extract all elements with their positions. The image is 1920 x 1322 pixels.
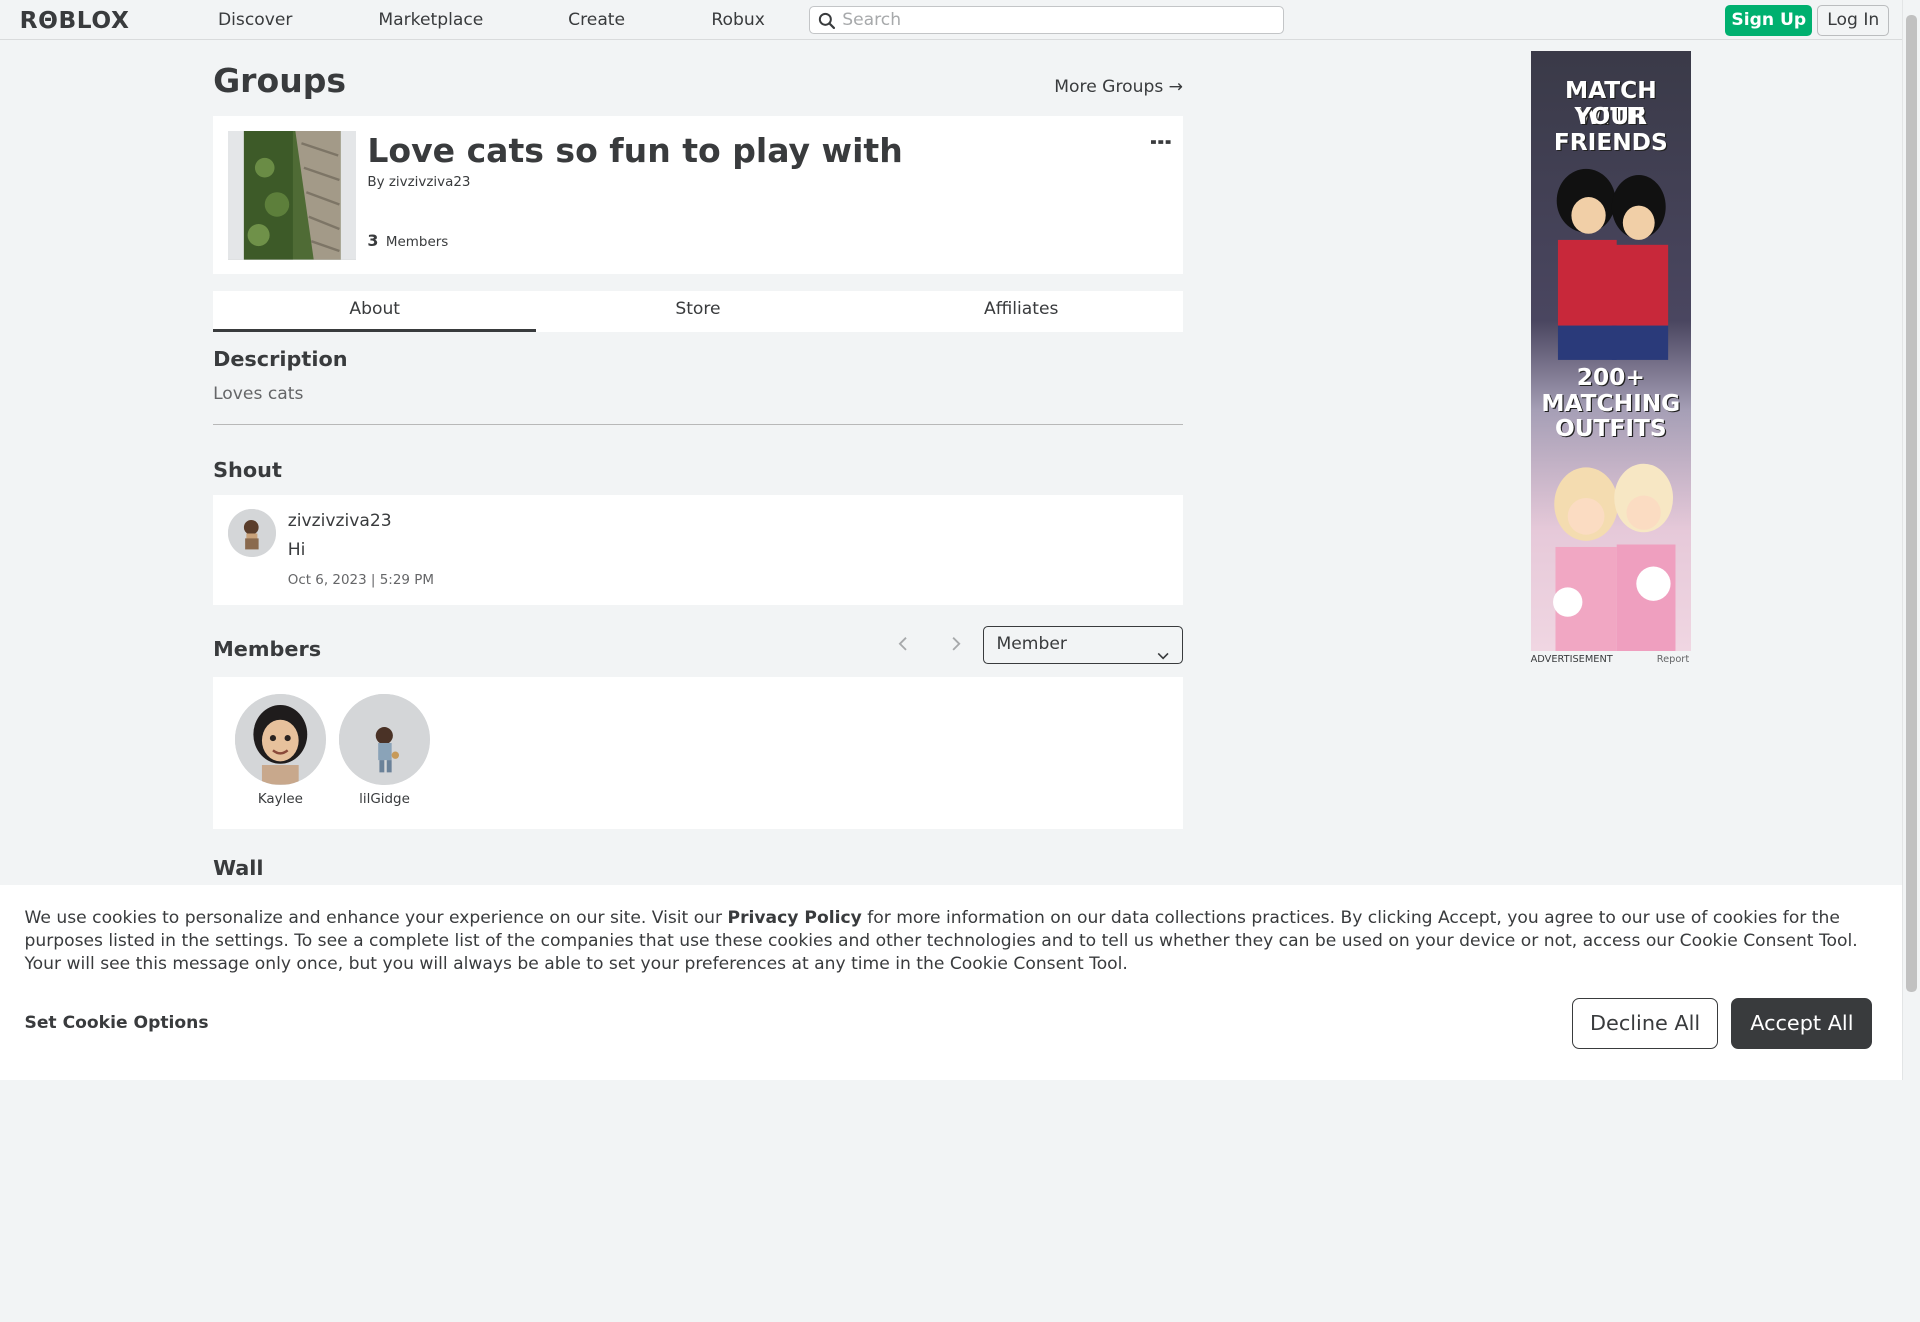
ad-headline-2: YOUR (1574, 103, 1648, 131)
shout-username[interactable]: zivzivziva23 (288, 511, 392, 531)
ad-characters-bottom (1552, 464, 1676, 652)
group-header-card: Love cats so fun to play with By zivzivz… (213, 116, 1183, 275)
cookie-message: We use cookies to personalize and enhanc… (24, 907, 1885, 975)
chevron-left-icon[interactable] (895, 634, 912, 654)
member-count-label: Members (385, 235, 449, 251)
tab-about[interactable]: About (213, 291, 537, 332)
members-card: Kaylee lilGidge (213, 677, 1183, 829)
description-text: Loves cats (213, 384, 304, 405)
ad-headline-5: MATCHING (1541, 389, 1681, 417)
nav-create[interactable]: Create (568, 10, 625, 30)
search-box[interactable] (809, 6, 1285, 35)
shout-heading: Shout (213, 457, 282, 482)
member-count: 3 Members (367, 231, 448, 250)
description-heading: Description (213, 346, 348, 371)
log-in-button[interactable]: Log In (1817, 4, 1890, 36)
roblox-logo[interactable]: RΘBLOX (20, 7, 130, 34)
group-owner-link[interactable]: zivzivziva23 (389, 175, 471, 190)
member-name[interactable]: Kaylee (234, 792, 327, 807)
nav-marketplace[interactable]: Marketplace (378, 10, 483, 30)
chevron-down-icon (1157, 639, 1169, 660)
ad-headline-4: 200+ (1576, 363, 1645, 391)
decline-all-button[interactable]: Decline All (1572, 997, 1718, 1050)
shout-message: Hi (287, 539, 306, 560)
sign-up-button[interactable]: Sign Up (1725, 4, 1813, 36)
nav-discover[interactable]: Discover (218, 10, 292, 30)
ad-characters-top (1556, 168, 1668, 360)
role-select[interactable]: Member (983, 625, 1183, 664)
advertisement-banner[interactable]: MATCH WITH YOUR FRIENDS 200+ MATCHING OU… (1530, 51, 1692, 652)
tab-store[interactable]: Store (536, 291, 859, 331)
shout-date: Oct 6, 2023 | 5:29 PM (287, 573, 434, 589)
cookie-text-before: We use cookies to personalize and enhanc… (24, 908, 728, 929)
tab-affiliates[interactable]: Affiliates (860, 291, 1183, 331)
shout-avatar[interactable] (227, 509, 276, 558)
nav-robux[interactable]: Robux (711, 10, 764, 30)
section-divider (213, 423, 1183, 425)
scrollbar-thumb[interactable] (1906, 14, 1918, 992)
member-count-number: 3 (367, 231, 379, 251)
member-avatar[interactable] (235, 694, 326, 785)
ad-report-link[interactable]: Report (1657, 654, 1689, 665)
role-select-value: Member (996, 633, 1067, 654)
member-tile[interactable]: lilGidge (338, 694, 431, 807)
accept-all-button[interactable]: Accept All (1731, 997, 1873, 1050)
ad-headline-3: FRIENDS (1553, 128, 1668, 156)
chevron-right-icon[interactable] (947, 634, 964, 654)
search-icon (810, 7, 842, 33)
by-label: By (367, 175, 385, 191)
members-heading: Members (213, 636, 322, 661)
member-name[interactable]: lilGidge (338, 792, 431, 807)
top-navigation: RΘBLOX Discover Marketplace Create Robux… (0, 0, 1902, 41)
group-owner-line: By zivzivziva23 (367, 175, 470, 190)
cookie-banner: We use cookies to personalize and enhanc… (0, 885, 1902, 1080)
member-tile[interactable]: Kaylee (234, 694, 327, 807)
page: RΘBLOX Discover Marketplace Create Robux… (0, 0, 1920, 1080)
shout-card: zivzivziva23 Hi Oct 6, 2023 | 5:29 PM (213, 494, 1183, 605)
search-input[interactable] (842, 10, 1271, 31)
wall-heading: Wall (213, 855, 264, 880)
page-title: Groups (213, 61, 347, 101)
advertisement-label: ADVERTISEMENT (1530, 653, 1613, 665)
group-thumbnail (227, 131, 357, 260)
set-cookie-options-link[interactable]: Set Cookie Options (24, 1013, 208, 1033)
page-scrollbar[interactable] (1901, 0, 1920, 1080)
more-options-icon[interactable] (1151, 129, 1171, 145)
privacy-policy-link[interactable]: Privacy Policy (728, 908, 862, 928)
member-avatar[interactable] (339, 694, 430, 785)
group-name: Love cats so fun to play with (367, 131, 903, 170)
ad-headline-6: OUTFITS (1554, 415, 1667, 443)
more-groups-link[interactable]: More Groups → (1054, 77, 1183, 97)
group-tabs: About Store Affiliates (213, 291, 1183, 332)
